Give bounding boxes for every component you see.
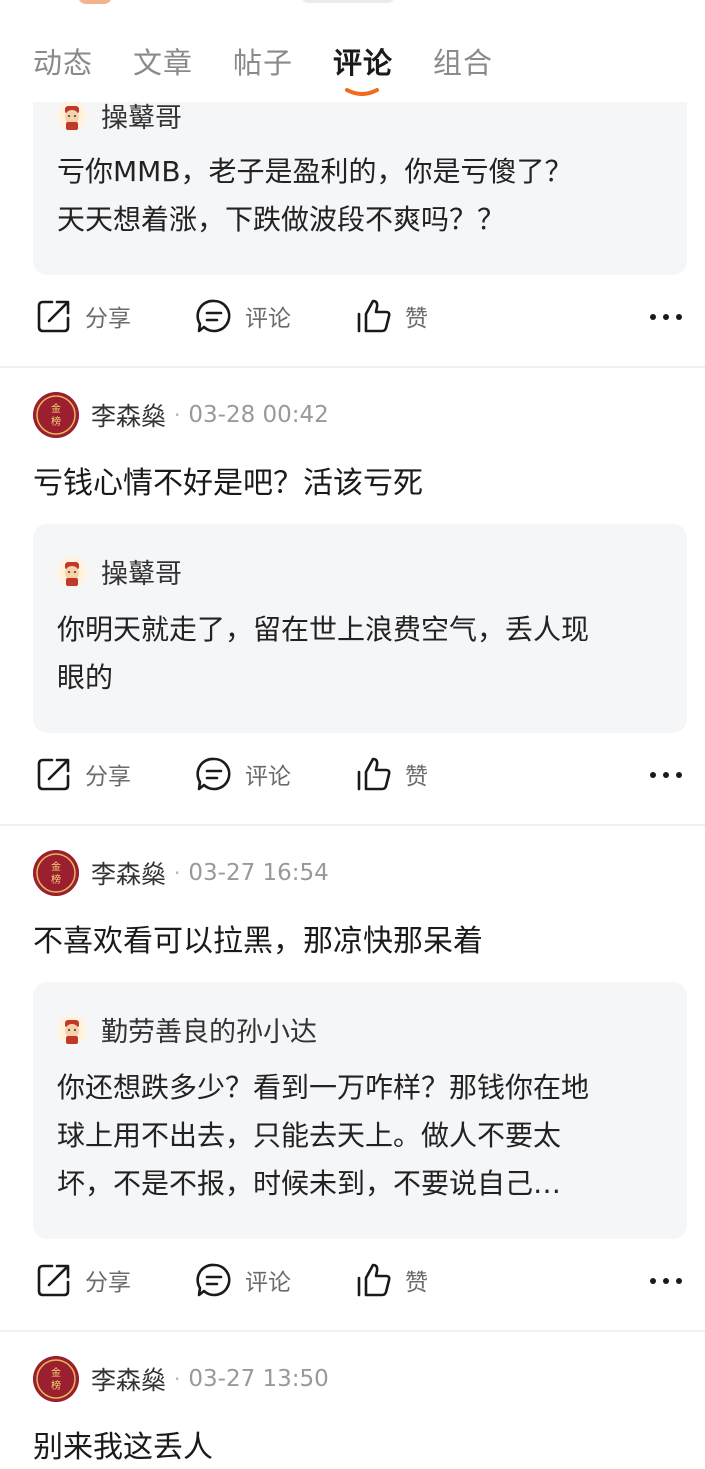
reply-user: 勤劳善良的孙小达	[57, 1010, 317, 1049]
reply-text: 亏你MMB，老子是盈利的，你是亏傻了？ 天天想着涨，下跌做波段不爽吗？？	[57, 155, 573, 236]
divider	[0, 824, 705, 826]
header-peek	[300, 0, 396, 3]
comment-button[interactable]: 评论	[195, 297, 291, 335]
like-button[interactable]: 赞	[355, 1261, 428, 1299]
post-time: 03-27 16:54	[188, 860, 329, 886]
author-name[interactable]: 李森燊	[91, 1361, 166, 1397]
svg-text:金: 金	[51, 1366, 61, 1379]
reply-username[interactable]: 勤劳善良的孙小达	[101, 1010, 317, 1049]
comment-icon	[196, 299, 231, 333]
thumbs-up-icon	[357, 299, 391, 333]
tab-portfolio[interactable]: 组合	[433, 40, 493, 82]
svg-text:榜: 榜	[51, 415, 61, 428]
divider	[0, 1330, 705, 1332]
comment-icon	[196, 1263, 231, 1297]
share-button[interactable]: 分享	[35, 755, 131, 793]
more-options-icon[interactable]	[649, 307, 683, 326]
caishen-avatar-icon	[57, 100, 87, 131]
svg-text:榜: 榜	[51, 873, 61, 886]
comment-icon	[196, 757, 231, 791]
action-bar: 分享 评论 赞	[0, 755, 705, 805]
comment-button[interactable]: 评论	[195, 1261, 291, 1299]
post-text: 亏钱心情不好是吧？活该亏死	[33, 466, 423, 501]
tab-posts[interactable]: 帖子	[233, 40, 293, 82]
avatar[interactable]: 金榜	[33, 850, 79, 896]
reply-username[interactable]: 操鼙哥	[101, 552, 182, 591]
avatar[interactable]: 金榜	[33, 392, 79, 438]
active-tab-indicator	[345, 88, 379, 96]
share-icon	[37, 300, 70, 333]
post-text: 别来我这丢人	[33, 1430, 213, 1465]
reply-text: 你还想跌多少？看到一万咋样？那钱你在地 球上用不出去，只能去天上。做人不要太 坏…	[57, 1071, 590, 1200]
more-options-icon[interactable]	[649, 1271, 683, 1290]
tab-dynamic[interactable]: 动态	[33, 40, 93, 82]
post-header: 金榜 李森燊 · 03-28 00:42	[33, 392, 329, 438]
tab-articles[interactable]: 文章	[133, 40, 193, 82]
post-header: 金榜 李森燊 · 03-27 13:50	[33, 1356, 329, 1402]
thumbs-up-icon	[357, 757, 391, 791]
reply-user: 操鼙哥	[57, 552, 182, 591]
like-button[interactable]: 赞	[355, 297, 428, 335]
author-name[interactable]: 李森燊	[91, 855, 166, 891]
action-bar: 分享 评论 赞	[0, 297, 705, 347]
action-bar: 分享 评论 赞	[0, 1261, 705, 1311]
more-options-icon[interactable]	[649, 765, 683, 784]
post-time: 03-28 00:42	[188, 402, 329, 428]
share-icon	[37, 758, 70, 791]
tab-comments[interactable]: 评论	[333, 40, 393, 82]
caishen-avatar-icon	[57, 1014, 87, 1045]
svg-text:金: 金	[51, 860, 61, 873]
share-button[interactable]: 分享	[35, 1261, 131, 1299]
like-button[interactable]: 赞	[355, 755, 428, 793]
comment-button[interactable]: 评论	[195, 755, 291, 793]
tab-bar: 动态 文章 帖子 评论 组合	[0, 0, 705, 102]
thumbs-up-icon	[357, 1263, 391, 1297]
avatar[interactable]: 金榜	[33, 1356, 79, 1402]
reply-box[interactable]: 勤劳善良的孙小达 你还想跌多少？看到一万咋样？那钱你在地 球上用不出去，只能去天…	[33, 982, 687, 1239]
share-icon	[37, 1264, 70, 1297]
reply-box[interactable]: 操鼙哥 你明天就走了，留在世上浪费空气，丢人现 眼的	[33, 524, 687, 733]
share-button[interactable]: 分享	[35, 297, 131, 335]
author-name[interactable]: 李森燊	[91, 397, 166, 433]
svg-text:金: 金	[51, 402, 61, 415]
header-peek	[78, 0, 112, 4]
comment-feed: 操鼙哥 亏你MMB，老子是盈利的，你是亏傻了？ 天天想着涨，下跌做波段不爽吗？？…	[0, 0, 705, 1469]
post-text: 不喜欢看可以拉黑，那凉快那呆着	[33, 924, 483, 959]
divider	[0, 366, 705, 368]
caishen-avatar-icon	[57, 556, 87, 587]
svg-text:榜: 榜	[51, 1379, 61, 1392]
reply-text: 你明天就走了，留在世上浪费空气，丢人现 眼的	[57, 613, 590, 694]
post-header: 金榜 李森燊 · 03-27 16:54	[33, 850, 329, 896]
post-time: 03-27 13:50	[188, 1366, 329, 1392]
